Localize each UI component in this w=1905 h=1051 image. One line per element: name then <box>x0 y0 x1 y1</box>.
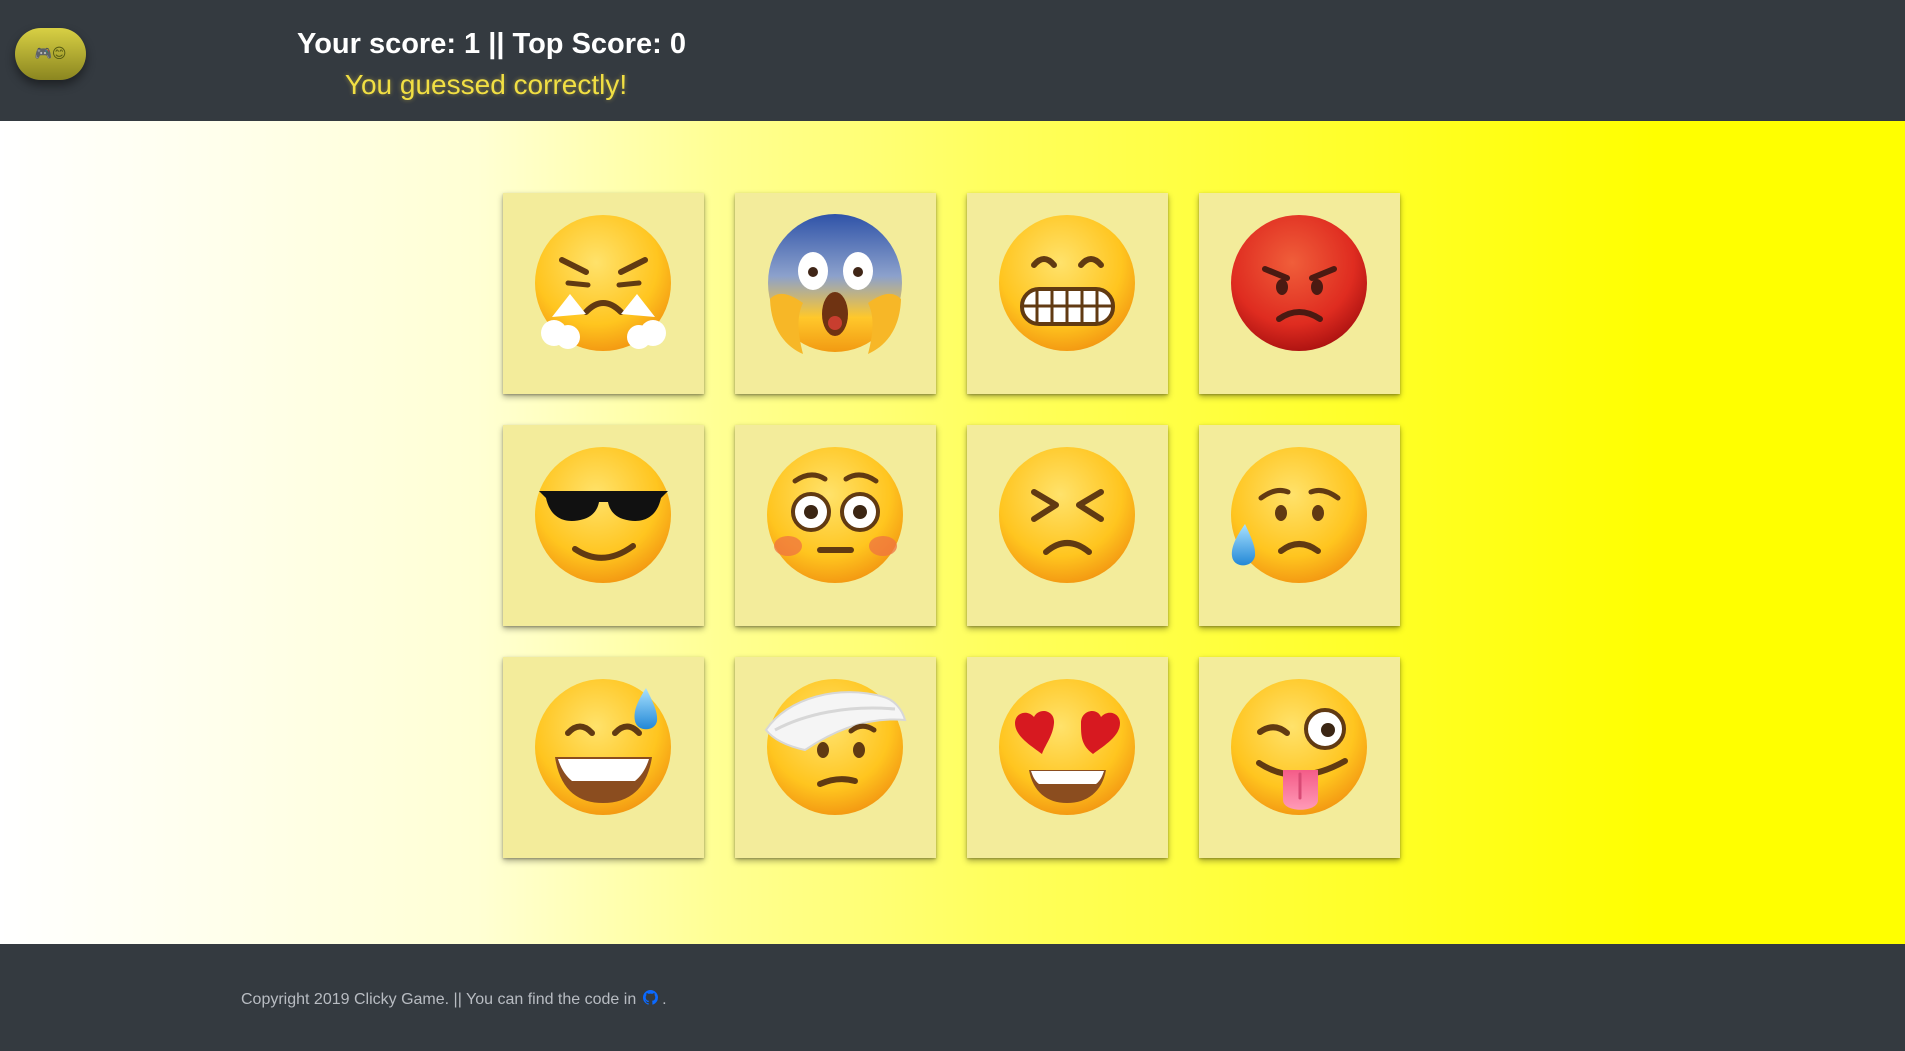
steaming-angry-face-icon <box>535 215 671 351</box>
copyright-text: Copyright 2019 Clicky Game. || You can f… <box>241 991 637 1008</box>
emoji-card-2[interactable] <box>735 193 936 394</box>
emoji-card-5[interactable] <box>503 425 704 626</box>
anxious-sweat-face-icon <box>1231 447 1367 583</box>
persevering-face-icon <box>999 447 1135 583</box>
footer-period: . <box>662 991 667 1008</box>
emoji-card-8[interactable] <box>1199 425 1400 626</box>
emoji-card-3[interactable] <box>967 193 1168 394</box>
page-footer: Copyright 2019 Clicky Game. || You can f… <box>0 944 1905 1051</box>
emoji-card-4[interactable] <box>1199 193 1400 394</box>
github-icon[interactable] <box>642 989 658 1005</box>
screaming-face-icon <box>768 214 902 354</box>
red-angry-face-icon <box>1231 215 1367 351</box>
game-board-background <box>0 121 1905 944</box>
heart-eyes-face-icon <box>999 679 1135 815</box>
top-navigation-bar: 🎮😊 Your score: 1 || Top Score: 0 You gue… <box>0 0 1905 121</box>
grimacing-face-icon <box>999 215 1135 351</box>
score-display: Your score: 1 || Top Score: 0 <box>297 28 687 60</box>
emoji-card-9[interactable] <box>503 657 704 858</box>
emoji-card-12[interactable] <box>1199 657 1400 858</box>
cool-sunglasses-face-icon <box>535 447 671 583</box>
emoji-card-10[interactable] <box>735 657 936 858</box>
footer-copyright: Copyright 2019 Clicky Game. || You can f… <box>241 988 667 1012</box>
brand-logo-button[interactable]: 🎮😊 <box>15 28 86 80</box>
game-controller-smiley-icon: 🎮😊 <box>34 46 67 62</box>
emoji-card-1[interactable] <box>503 193 704 394</box>
emoji-card-grid <box>503 193 1403 858</box>
emoji-card-6[interactable] <box>735 425 936 626</box>
emoji-card-11[interactable] <box>967 657 1168 858</box>
emoji-card-7[interactable] <box>967 425 1168 626</box>
guess-result-message: You guessed correctly! <box>344 69 628 100</box>
winking-tongue-face-icon <box>1231 679 1367 815</box>
grinning-sweat-face-icon <box>535 679 671 815</box>
bandaged-head-face-icon <box>764 679 907 815</box>
flushed-face-icon <box>767 447 903 583</box>
